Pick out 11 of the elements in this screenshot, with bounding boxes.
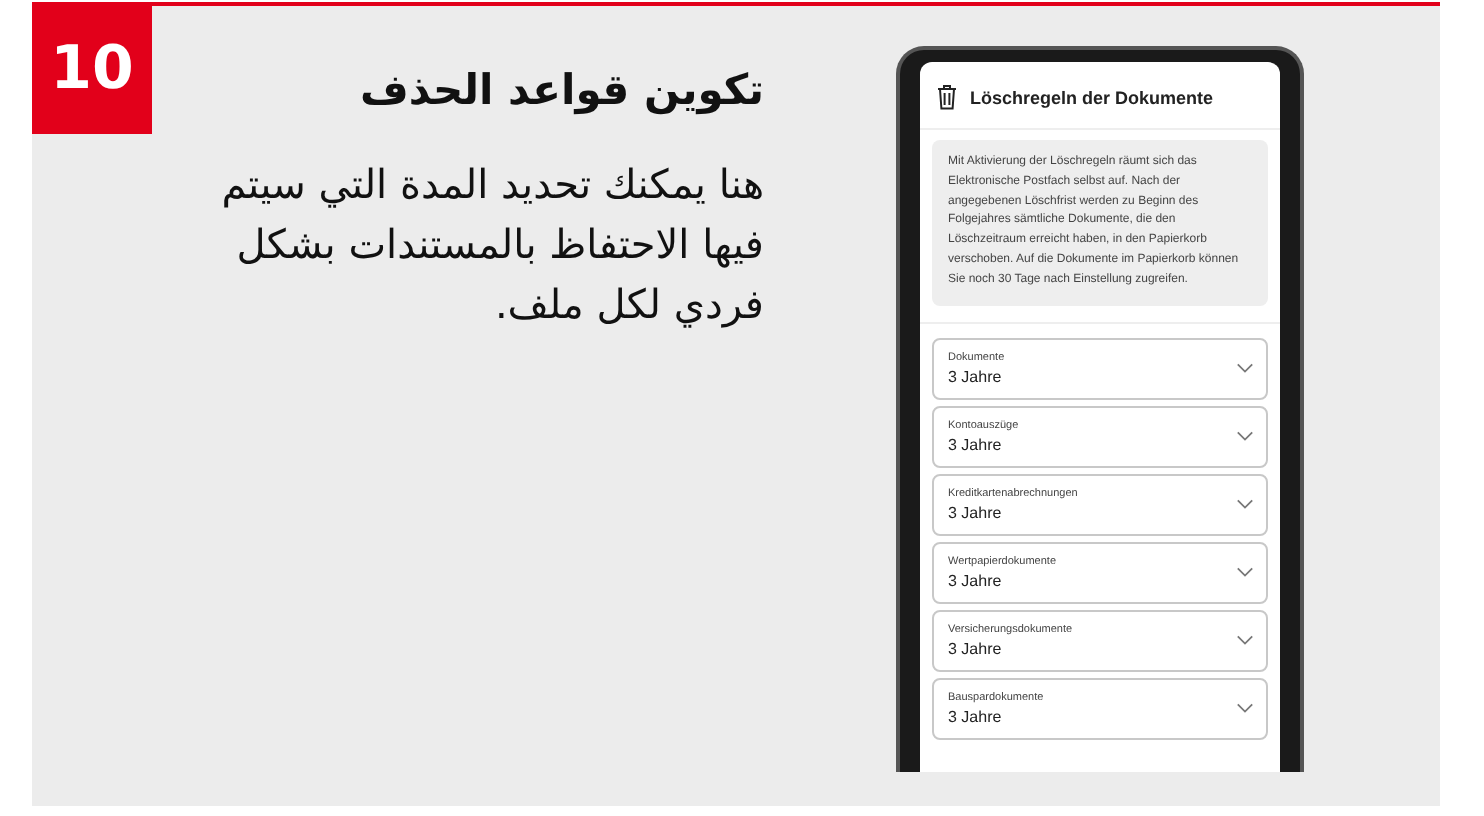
chevron-down-icon [1236, 362, 1254, 375]
step-title: تكوين قواعد الحذف [357, 66, 764, 114]
chevron-down-icon [1236, 498, 1254, 511]
chevron-down-icon [1236, 566, 1254, 579]
step-description: هنا يمكنك تحديد المدة التي سيتم فيها الاحتفاظ بالمستندات بشكل فردي لكل ملف. [219, 158, 764, 332]
chevron-down-icon [1236, 634, 1254, 647]
screen-title: Löschregeln der Dokumente [970, 87, 1214, 107]
chevron-down-icon [1236, 430, 1254, 443]
trash-icon [936, 84, 958, 110]
chevron-down-icon [1236, 702, 1254, 715]
step-number-badge: 10 [32, 2, 152, 134]
